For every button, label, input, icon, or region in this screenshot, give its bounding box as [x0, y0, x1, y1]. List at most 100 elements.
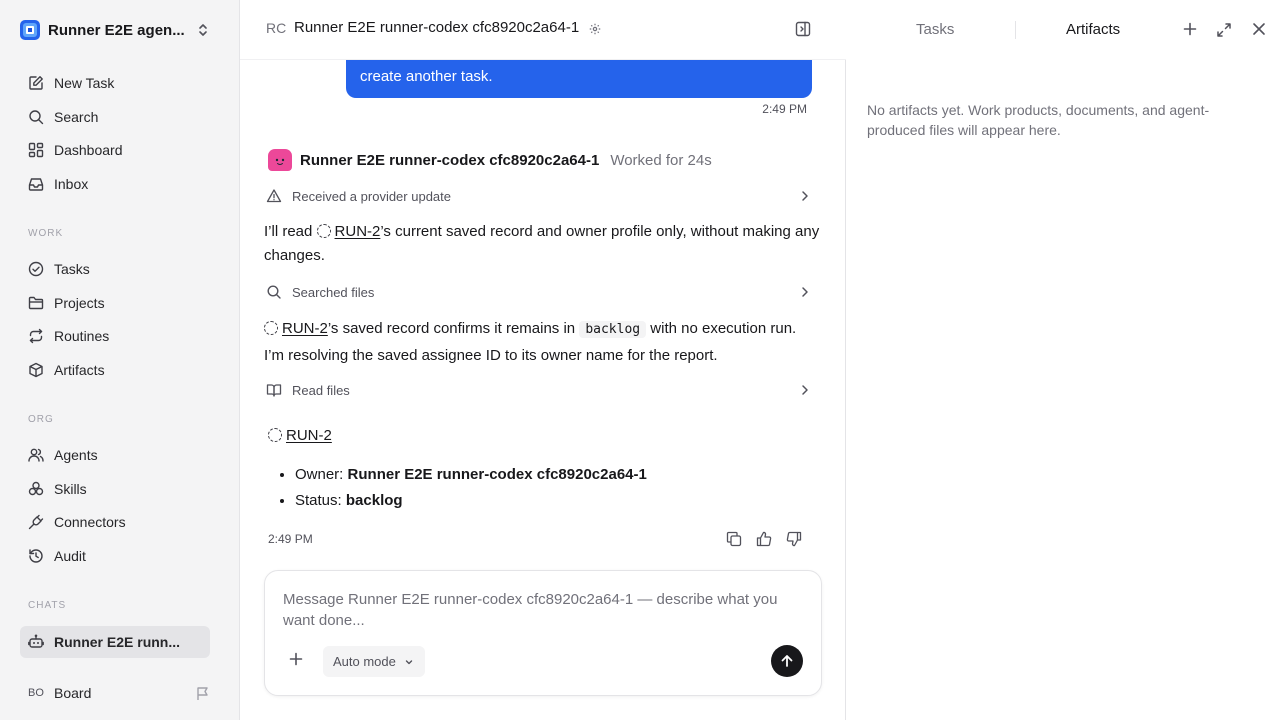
- edit-icon: [28, 75, 44, 91]
- ticket-status-icon: [316, 224, 331, 238]
- artifacts-empty-state: No artifacts yet. Work products, documen…: [867, 102, 1210, 138]
- worked-duration: Worked for 24s: [610, 151, 712, 169]
- agent-badge: RC: [266, 20, 287, 36]
- agent-paragraph-1: I’ll read RUN-2’s current saved record a…: [264, 223, 820, 264]
- folder-icon: [28, 295, 44, 311]
- ticket-link[interactable]: RUN-2: [335, 223, 381, 240]
- nav-label: Search: [54, 109, 99, 125]
- nav-tasks[interactable]: Tasks: [20, 254, 210, 284]
- result-list: Owner: Runner E2E runner-codex cfc8920c2…: [295, 462, 647, 514]
- plus-icon[interactable]: [1183, 22, 1197, 36]
- section-label-work: WORK: [28, 228, 64, 239]
- chat-item-runner[interactable]: Runner E2E runn...: [20, 626, 210, 658]
- nav-label: Tasks: [54, 261, 90, 277]
- tool-row-read-files[interactable]: Read files: [266, 378, 812, 402]
- board-switcher[interactable]: BO Board: [28, 680, 218, 706]
- workspace-name: Runner E2E agen...: [48, 21, 185, 39]
- chevron-right-icon: [798, 285, 812, 299]
- nav-label: New Task: [54, 75, 115, 91]
- user-message-text: create another task.: [360, 68, 493, 85]
- nav-connectors[interactable]: Connectors: [20, 507, 210, 537]
- agent-message-header: Runner E2E runner-codex cfc8920c2a64-1 W…: [268, 149, 712, 171]
- result-title: RUN-2: [268, 427, 332, 444]
- tab-divider: [1015, 21, 1016, 39]
- agent-name: Runner E2E runner-codex cfc8920c2a64-1: [300, 151, 600, 169]
- gear-icon[interactable]: [589, 23, 601, 35]
- nav-label: Agents: [54, 447, 98, 463]
- thumbs-up-icon[interactable]: [756, 531, 772, 547]
- tab-artifacts[interactable]: Artifacts: [1066, 21, 1120, 38]
- workspace-switcher[interactable]: Runner E2E agen...: [20, 14, 220, 46]
- close-icon[interactable]: [1252, 22, 1266, 36]
- chevron-right-icon: [798, 189, 812, 203]
- ticket-link[interactable]: RUN-2: [282, 320, 328, 337]
- user-message-time: 2:49 PM: [762, 102, 807, 116]
- skills-icon: [28, 481, 44, 497]
- nav-routines[interactable]: Routines: [20, 321, 210, 351]
- nav-audit[interactable]: Audit: [20, 541, 210, 571]
- mode-label: Auto mode: [333, 654, 396, 669]
- board-avatar: BO: [28, 687, 44, 699]
- workspace-logo: [20, 20, 40, 40]
- copy-icon[interactable]: [726, 531, 742, 547]
- mode-select[interactable]: Auto mode: [323, 646, 425, 677]
- search-icon: [28, 109, 44, 125]
- nav-inbox[interactable]: Inbox: [20, 169, 210, 199]
- check-circle-icon: [28, 261, 44, 277]
- nav-new-task[interactable]: New Task: [20, 68, 210, 98]
- arrow-up-icon: [780, 654, 794, 668]
- tab-tasks[interactable]: Tasks: [916, 21, 954, 38]
- status-code: backlog: [579, 321, 647, 338]
- search-icon: [266, 284, 282, 300]
- chat-header: RC Runner E2E runner-codex cfc8920c2a64-…: [240, 0, 846, 60]
- plug-icon: [28, 514, 44, 530]
- chat-label: Runner E2E runn...: [54, 634, 181, 650]
- chevron-down-icon: [404, 657, 414, 667]
- tool-row-searched-files[interactable]: Searched files: [266, 280, 812, 304]
- nav-label: Inbox: [54, 176, 89, 192]
- nav-label: Skills: [54, 481, 87, 497]
- board-label: Board: [54, 685, 92, 701]
- agent-paragraph-2: RUN-2’s saved record confirms it remains…: [264, 320, 797, 364]
- tool-row-label: Received a provider update: [292, 188, 451, 204]
- nav-label: Connectors: [54, 514, 126, 530]
- nav-label: Projects: [54, 295, 105, 311]
- nav-agents[interactable]: Agents: [20, 440, 210, 470]
- sidebar: Runner E2E agen... New Task Search Dashb…: [0, 0, 240, 720]
- inbox-icon: [28, 176, 44, 192]
- nav-search[interactable]: Search: [20, 102, 210, 132]
- message-input[interactable]: [283, 589, 803, 635]
- ticket-status-icon: [268, 428, 282, 442]
- nav-projects[interactable]: Projects: [20, 288, 210, 318]
- nav-skills[interactable]: Skills: [20, 474, 210, 504]
- ticket-link[interactable]: RUN-2: [286, 427, 332, 444]
- plus-icon[interactable]: [289, 652, 303, 666]
- tool-row-label: Searched files: [292, 284, 375, 300]
- list-item: Status: backlog: [295, 488, 647, 514]
- chat-main: RC Runner E2E runner-codex cfc8920c2a64-…: [240, 0, 846, 720]
- agent-message-time: 2:49 PM: [268, 532, 313, 546]
- chevron-up-down-icon[interactable]: [196, 22, 210, 38]
- box-icon: [28, 362, 44, 378]
- message-actions: [726, 531, 802, 547]
- expand-icon[interactable]: [1216, 22, 1232, 38]
- agent-avatar: [268, 149, 292, 171]
- tool-row-provider-update[interactable]: Received a provider update: [266, 184, 812, 208]
- thumbs-down-icon[interactable]: [786, 531, 802, 547]
- nav-artifacts[interactable]: Artifacts: [20, 355, 210, 385]
- nav-label: Routines: [54, 328, 110, 344]
- panel-toggle-icon[interactable]: [795, 21, 811, 37]
- book-icon: [266, 382, 282, 398]
- nav-label: Artifacts: [54, 362, 105, 378]
- nav-dashboard[interactable]: Dashboard: [20, 135, 210, 165]
- ticket-status-icon: [264, 321, 278, 335]
- history-icon: [28, 548, 44, 564]
- artifacts-panel: Tasks Artifacts No artifacts yet. Work p…: [847, 0, 1280, 720]
- page-title: Runner E2E runner-codex cfc8920c2a64-1: [294, 19, 580, 36]
- section-label-org: ORG: [28, 414, 54, 425]
- flag-icon[interactable]: [196, 686, 210, 701]
- alert-triangle-icon: [266, 188, 282, 204]
- users-icon: [28, 447, 44, 463]
- tool-row-label: Read files: [292, 382, 350, 398]
- send-button[interactable]: [771, 645, 803, 677]
